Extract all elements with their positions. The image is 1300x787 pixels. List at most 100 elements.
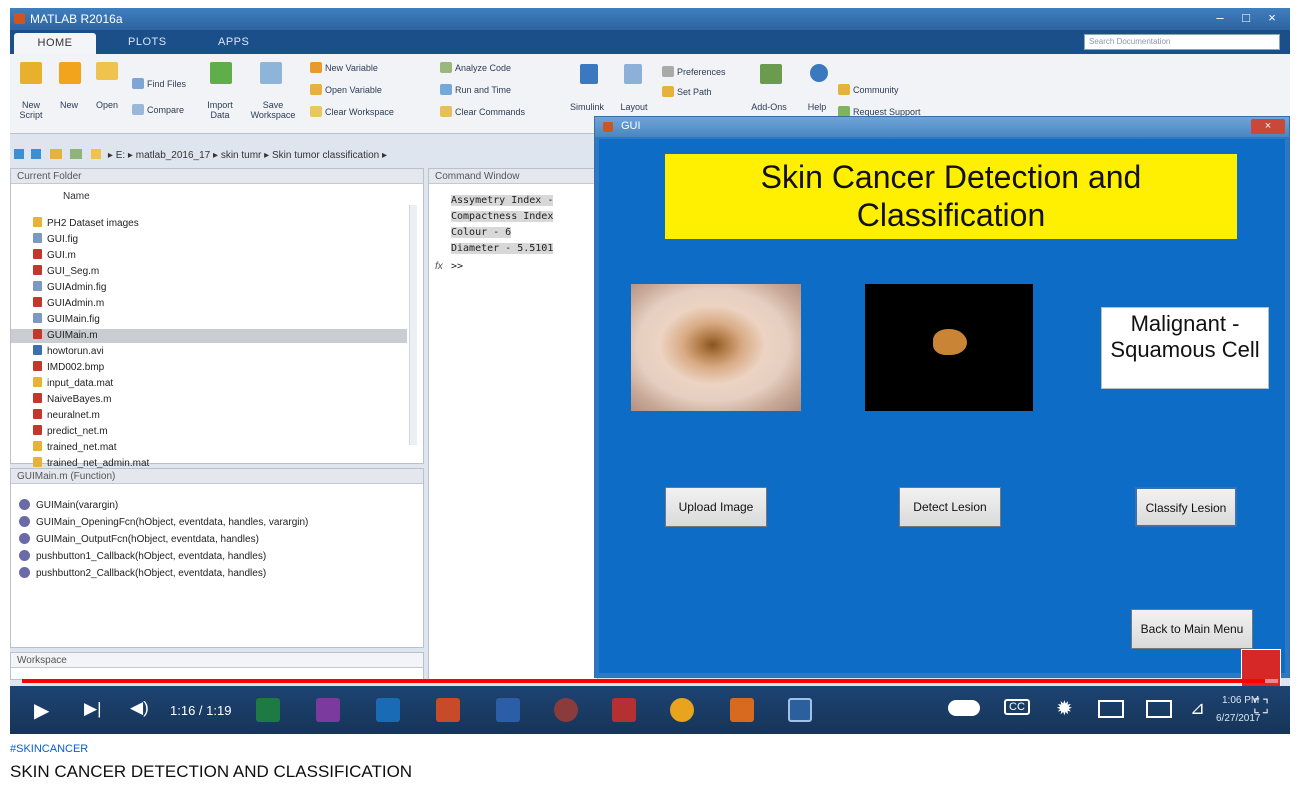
breadcrumb-item[interactable]: matlab_2016_17: [136, 150, 211, 161]
file-row[interactable]: GUIAdmin.fig: [33, 281, 106, 295]
clear-commands-label: Clear Commands: [455, 107, 526, 117]
layout-button[interactable]: Layout: [614, 102, 654, 112]
preferences-button[interactable]: Preferences: [662, 66, 726, 77]
breadcrumb-item[interactable]: Skin tumor classification: [272, 150, 379, 161]
file-icon: [33, 377, 42, 387]
breadcrumb-item[interactable]: skin tumr: [221, 150, 262, 161]
gui-taskbar-icon[interactable]: [788, 698, 812, 722]
browse-folder-icon[interactable]: [70, 149, 83, 159]
fullscreen-icon[interactable]: ⛶: [1254, 696, 1268, 719]
function-item[interactable]: GUIMain_OpeningFcn(hObject, eventdata, h…: [19, 516, 308, 528]
tab-home[interactable]: HOME: [14, 33, 96, 54]
analyze-code-button[interactable]: Analyze Code: [440, 62, 511, 73]
run-and-time-button[interactable]: Run and Time: [440, 84, 511, 95]
file-row[interactable]: GUI_Seg.m: [33, 265, 99, 279]
captions-button[interactable]: CC: [1004, 699, 1030, 715]
function-item[interactable]: GUIMain(varargin): [19, 499, 118, 511]
up-folder-icon[interactable]: [49, 149, 62, 159]
tab-apps[interactable]: APPS: [218, 36, 249, 48]
file-row[interactable]: GUI.fig: [33, 233, 78, 247]
tab-plots[interactable]: PLOTS: [128, 36, 167, 48]
progress-bar[interactable]: [22, 679, 1278, 683]
function-icon: [19, 499, 30, 510]
community-label: Community: [853, 85, 899, 95]
clear-commands-button[interactable]: Clear Commands: [440, 106, 525, 117]
chrome-icon[interactable]: [670, 698, 694, 722]
save-workspace-button[interactable]: Save Workspace: [250, 100, 296, 120]
ribbon-tabs: HOME PLOTS APPS Search Documentation: [10, 30, 1290, 54]
file-row[interactable]: NaiveBayes.m: [33, 393, 111, 407]
file-row[interactable]: GUIMain.fig: [33, 313, 100, 327]
scrollbar[interactable]: [409, 205, 417, 445]
preferences-icon: [662, 66, 674, 77]
new-script-button[interactable]: New Script: [14, 100, 48, 120]
volume-icon[interactable]: ◀): [130, 698, 149, 718]
file-row[interactable]: GUIAdmin.m: [33, 297, 104, 311]
matlab-taskbar-icon[interactable]: [730, 698, 754, 722]
file-row[interactable]: GUI.m: [33, 249, 76, 263]
video-player[interactable]: MATLAB R2016a – □ × HOME PLOTS APPS Sear…: [10, 8, 1290, 734]
analyze-code-icon: [440, 62, 452, 73]
autoplay-toggle[interactable]: [948, 700, 980, 716]
file-row[interactable]: input_data.mat: [33, 377, 113, 391]
powerpoint-icon[interactable]: [436, 698, 460, 722]
file-row[interactable]: neuralnet.m: [33, 409, 100, 423]
community-button[interactable]: Community: [838, 84, 899, 95]
set-path-button[interactable]: Set Path: [662, 86, 712, 97]
app-icon[interactable]: [612, 698, 636, 722]
new-button[interactable]: New: [52, 100, 86, 110]
theater-icon[interactable]: [1146, 700, 1172, 718]
breadcrumb[interactable]: ▸ E: ▸ matlab_2016_17 ▸ skin tumr ▸ Skin…: [10, 149, 590, 165]
upload-image-button[interactable]: Upload Image: [665, 487, 767, 527]
file-row[interactable]: IMD002.bmp: [33, 361, 104, 375]
word-icon[interactable]: [496, 698, 520, 722]
panel-title: Command Window: [429, 169, 597, 184]
maximize-icon[interactable]: □: [1234, 10, 1258, 27]
open-button[interactable]: Open: [90, 100, 124, 110]
back-arrow-icon[interactable]: [14, 149, 24, 159]
function-item[interactable]: pushbutton1_Callback(hObject, eventdata,…: [19, 550, 266, 562]
next-icon[interactable]: ▶|: [84, 699, 102, 719]
open-variable-button[interactable]: Open Variable: [310, 84, 382, 95]
compare-button[interactable]: Compare: [132, 104, 184, 115]
function-signature: pushbutton2_Callback(hObject, eventdata,…: [36, 568, 267, 579]
app-icon[interactable]: [554, 698, 578, 722]
outlook-icon[interactable]: [376, 698, 400, 722]
help-button[interactable]: Help: [802, 102, 832, 112]
miniplayer-icon[interactable]: [1098, 700, 1124, 718]
command-window[interactable]: Command Window Assymetry Index - Compact…: [428, 168, 598, 680]
forward-arrow-icon[interactable]: [30, 149, 41, 159]
onenote-icon[interactable]: [316, 698, 340, 722]
file-row[interactable]: GUIMain.m: [11, 329, 407, 343]
simulink-button[interactable]: Simulink: [564, 102, 610, 112]
file-row[interactable]: PH2 Dataset images: [33, 217, 139, 231]
breadcrumb-item[interactable]: E:: [116, 150, 125, 161]
find-files-button[interactable]: Find Files: [132, 78, 186, 89]
close-icon[interactable]: ×: [1251, 119, 1285, 134]
back-to-main-menu-button[interactable]: Back to Main Menu: [1131, 609, 1253, 649]
play-icon[interactable]: ▶: [34, 698, 49, 723]
excel-icon[interactable]: [256, 698, 280, 722]
hashtag-link[interactable]: #SKINCANCER: [10, 743, 88, 755]
classify-lesion-button[interactable]: Classify Lesion: [1135, 487, 1237, 527]
function-item[interactable]: pushbutton2_Callback(hObject, eventdata,…: [19, 567, 266, 579]
name-column-header[interactable]: Name: [63, 191, 90, 202]
search-input[interactable]: Search Documentation: [1084, 34, 1280, 50]
function-item[interactable]: GUIMain_OutputFcn(hObject, eventdata, ha…: [19, 533, 259, 545]
import-data-button[interactable]: Import Data: [200, 100, 240, 120]
detect-lesion-button[interactable]: Detect Lesion: [899, 487, 1001, 527]
clear-commands-icon: [440, 106, 452, 117]
progress-played: [22, 679, 1266, 683]
command-prompt[interactable]: >>: [451, 261, 463, 272]
clear-workspace-button[interactable]: Clear Workspace: [310, 106, 394, 117]
minimize-icon[interactable]: –: [1208, 10, 1232, 27]
file-row[interactable]: trained_net.mat: [33, 441, 117, 455]
add-ons-button[interactable]: Add-Ons: [746, 102, 792, 112]
file-row[interactable]: howtorun.avi: [33, 345, 104, 359]
new-variable-button[interactable]: New Variable: [310, 62, 378, 73]
file-row[interactable]: predict_net.m: [33, 425, 108, 439]
settings-icon[interactable]: ✹: [1056, 696, 1073, 721]
file-name: GUI.fig: [47, 234, 79, 245]
close-icon[interactable]: ×: [1260, 10, 1284, 27]
cast-icon[interactable]: ⊿: [1190, 698, 1205, 719]
